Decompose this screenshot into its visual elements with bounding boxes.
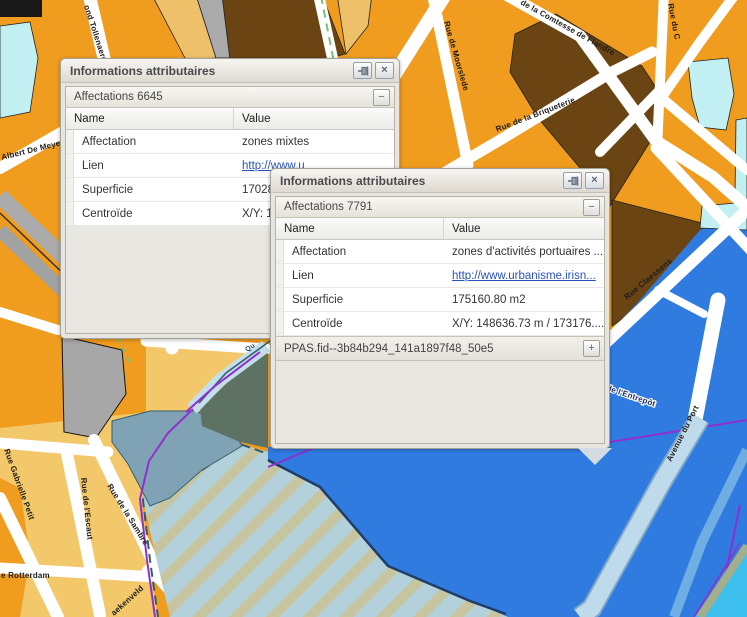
pin-button[interactable] [563, 172, 582, 189]
table-row[interactable]: Superficie 175160.80 m2 [276, 288, 604, 312]
window-tools: × [563, 172, 604, 189]
cell-name: Lien [74, 160, 234, 172]
row-handle [276, 312, 284, 335]
column-header-value[interactable]: Value [234, 113, 394, 125]
table-row[interactable]: Affectation zones mixtes [66, 130, 394, 154]
dark-parcel [0, 0, 42, 17]
column-header-value[interactable]: Value [444, 223, 604, 235]
row-handle [276, 288, 284, 311]
cell-value: 175160.80 m2 [444, 294, 604, 306]
column-header-name[interactable]: Name [66, 108, 234, 129]
cell-name: Affectation [284, 246, 444, 258]
cell-value: X/Y: 148636.73 m / 173176.... [444, 318, 604, 330]
cell-name: Centroïde [284, 318, 444, 330]
close-button[interactable]: × [585, 172, 604, 189]
feature-section-title: Affectations 7791 [284, 201, 583, 213]
pin-icon [357, 65, 369, 77]
row-handle [66, 154, 74, 177]
table-row[interactable]: Centroïde X/Y: 148636.73 m / 173176.... [276, 312, 604, 336]
cell-value: zones d'activités portuaires ... [444, 246, 604, 258]
feature-id: PPAS.fid--3b84b294_141a1897f48_50e5 [284, 343, 583, 355]
feature-id-bar[interactable]: PPAS.fid--3b84b294_141a1897f48_50e5 + [276, 336, 604, 361]
row-handle [276, 264, 284, 287]
window-titlebar[interactable]: Informations attributaires × [271, 169, 609, 193]
attribute-grid: Name Value Affectation zones d'activités… [276, 218, 604, 336]
table-row[interactable]: Affectation zones d'activités portuaires… [276, 240, 604, 264]
expand-button[interactable]: + [583, 340, 600, 357]
window-title: Informations attributaires [280, 174, 563, 188]
popup-anchor-arrow [578, 448, 612, 465]
collapse-button[interactable]: − [373, 89, 390, 106]
cell-value: zones mixtes [234, 136, 394, 148]
cell-value-link[interactable]: http://www.urbanisme.irisn... [444, 270, 604, 282]
grid-header: Name Value [66, 108, 394, 130]
table-row[interactable]: Lien http://www.urbanisme.irisn... [276, 264, 604, 288]
feature-section-title: Affectations 6645 [74, 91, 373, 103]
row-handle [66, 130, 74, 153]
cell-name: Superficie [74, 184, 234, 196]
feature-section-header[interactable]: Affectations 7791 − [276, 197, 604, 218]
window-titlebar[interactable]: Informations attributaires × [61, 59, 399, 83]
window-title: Informations attributaires [70, 64, 353, 78]
gis-viewer: ond Tollenaere Avenue Richard N Albert D… [0, 0, 747, 617]
cell-name: Centroïde [74, 208, 234, 220]
attribute-window-2: Informations attributaires × Affectation… [270, 168, 610, 449]
row-handle [276, 240, 284, 263]
feature-section-header[interactable]: Affectations 6645 − [66, 87, 394, 108]
pin-icon [567, 175, 579, 187]
window-tools: × [353, 62, 394, 79]
cell-name: Lien [284, 270, 444, 282]
street-label: e Rotterdam [1, 571, 50, 580]
cell-name: Superficie [284, 294, 444, 306]
row-handle [66, 178, 74, 201]
collapse-button[interactable]: − [583, 199, 600, 216]
grid-header: Name Value [276, 218, 604, 240]
feature-panel: Affectations 7791 − Name Value Affectati… [275, 196, 605, 444]
close-button[interactable]: × [375, 62, 394, 79]
column-header-name[interactable]: Name [276, 218, 444, 239]
cell-name: Affectation [74, 136, 234, 148]
row-handle [66, 202, 74, 225]
pin-button[interactable] [353, 62, 372, 79]
